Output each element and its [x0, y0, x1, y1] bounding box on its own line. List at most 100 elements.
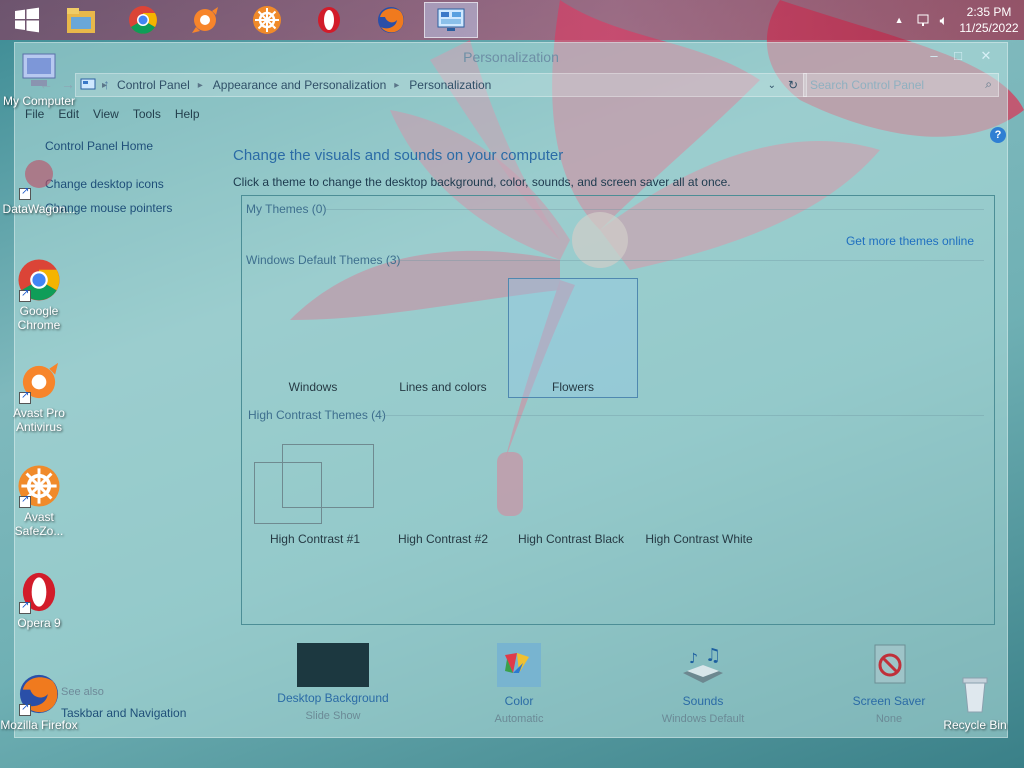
- safezone-icon: [17, 464, 61, 508]
- theme-windows[interactable]: Windows: [248, 380, 378, 394]
- page-subtitle: Click a theme to change the desktop back…: [233, 175, 731, 189]
- window-title: Personalization: [463, 49, 559, 65]
- avast-icon: [192, 7, 218, 33]
- theme-high-contrast-1[interactable]: High Contrast #1: [250, 532, 380, 546]
- address-dropdown-icon[interactable]: ⌄: [768, 80, 776, 91]
- taskbar-file-explorer[interactable]: [54, 2, 108, 38]
- desktop-icon-recycle-bin[interactable]: Recycle Bin: [936, 672, 1014, 732]
- personalization-window: Personalization – □ ✕ ← → ↑ ▸ Control Pa…: [14, 42, 1008, 738]
- taskbar-clock[interactable]: 2:35 PM 11/25/2022: [954, 4, 1024, 36]
- screen-saver-icon: [874, 644, 906, 684]
- minimize-button[interactable]: –: [921, 45, 947, 67]
- chrome-icon: [17, 258, 61, 302]
- refresh-icon[interactable]: ↻: [788, 78, 798, 92]
- group-divider: [324, 209, 984, 210]
- taskbar: ▲ 🔈︎ 2:35 PM 11/25/2022: [0, 0, 1024, 40]
- group-divider: [398, 260, 984, 261]
- window-titlebar[interactable]: Personalization – □ ✕: [15, 43, 1007, 71]
- get-more-themes-link[interactable]: Get more themes online: [846, 234, 974, 248]
- show-hidden-icons-icon[interactable]: ▲: [895, 15, 904, 25]
- sounds-button[interactable]: ♫ ♪ Sounds Windows Default: [633, 643, 773, 725]
- theme-high-contrast-black[interactable]: High Contrast Black: [506, 532, 636, 546]
- desktop-icon-chrome[interactable]: Google Chrome: [0, 258, 78, 332]
- group-divider: [382, 415, 984, 416]
- shortcut-arrow-icon: [19, 288, 31, 302]
- breadcrumb-control-panel[interactable]: Control Panel: [117, 78, 190, 92]
- close-button[interactable]: ✕: [973, 45, 999, 67]
- desktop-icon-avast-safezone[interactable]: Avast SafeZo...: [0, 464, 78, 538]
- breadcrumb-appearance[interactable]: Appearance and Personalization: [213, 78, 386, 92]
- desktop-icon-avast-pro[interactable]: Avast Pro Antivirus: [0, 360, 78, 434]
- datawagon-icon: [17, 156, 61, 200]
- high-contrast-preview-front: [254, 462, 322, 524]
- volume-icon[interactable]: 🔈︎: [940, 12, 948, 29]
- my-themes-title: My Themes (0): [246, 202, 327, 216]
- taskbar-chrome[interactable]: [116, 2, 170, 38]
- clock-date: 11/25/2022: [959, 21, 1019, 35]
- high-contrast-themes-title: High Contrast Themes (4): [248, 408, 386, 422]
- computer-icon: [17, 48, 61, 92]
- svg-text:♫: ♫: [705, 645, 721, 666]
- taskbar-safezone[interactable]: [240, 2, 294, 38]
- firefox-icon: [17, 672, 61, 716]
- folder-icon: [67, 8, 95, 33]
- theme-flowers[interactable]: Flowers: [508, 380, 638, 394]
- theme-lines-and-colors[interactable]: Lines and colors: [378, 380, 508, 394]
- menu-view[interactable]: View: [93, 107, 119, 121]
- shortcut-arrow-icon: [19, 494, 31, 508]
- network-icon[interactable]: [916, 12, 932, 28]
- taskbar-avast[interactable]: [178, 2, 232, 38]
- maximize-button[interactable]: □: [945, 45, 971, 67]
- desktop-icon-firefox[interactable]: Mozilla Firefox: [0, 672, 78, 732]
- address-bar[interactable]: ▸ Control Panel ▸ Appearance and Persona…: [75, 73, 807, 97]
- desktop-icon-label: My Computer: [2, 94, 76, 108]
- sounds-value: Windows Default: [661, 713, 745, 725]
- default-themes-title: Windows Default Themes (3): [246, 253, 401, 267]
- taskbar-firefox[interactable]: [364, 2, 418, 38]
- control-panel-home-link[interactable]: Control Panel Home: [45, 139, 172, 153]
- breadcrumb-personalization[interactable]: Personalization: [409, 78, 491, 92]
- color-value: Automatic: [494, 713, 544, 725]
- windows-logo-icon: [15, 7, 39, 33]
- breadcrumb-separator-icon: ▸: [102, 79, 108, 91]
- color-label: Color: [504, 694, 534, 708]
- desktop-background-button[interactable]: Desktop Background Slide Show: [263, 643, 403, 722]
- recycle-bin-icon: [953, 672, 997, 716]
- help-icon[interactable]: ?: [990, 127, 1006, 143]
- control-panel-icon: [437, 8, 465, 31]
- taskbar-opera[interactable]: [302, 2, 356, 38]
- desktop-icon-label: DataWagon...: [2, 202, 76, 216]
- color-button[interactable]: Color Automatic: [449, 643, 589, 725]
- search-icon[interactable]: ⌕: [985, 77, 992, 92]
- theme-high-contrast-2[interactable]: High Contrast #2: [378, 532, 508, 546]
- themes-list: My Themes (0) Get more themes online Win…: [241, 195, 995, 625]
- opera-icon: [17, 570, 61, 614]
- clock-time: 2:35 PM: [966, 5, 1012, 19]
- search-input[interactable]: Search Control Panel ⌕: [803, 73, 999, 97]
- sounds-icon: ♫ ♪: [683, 645, 723, 683]
- taskbar-navigation-link[interactable]: Taskbar and Navigation: [61, 706, 186, 720]
- menu-tools[interactable]: Tools: [133, 107, 161, 121]
- taskbar-control-panel[interactable]: [424, 2, 478, 38]
- system-tray: ▲ 🔈︎ 2:35 PM 11/25/2022: [895, 0, 1024, 40]
- menu-bar: File Edit View Tools Help: [25, 107, 214, 121]
- sounds-label: Sounds: [682, 694, 724, 708]
- opera-icon: [318, 7, 340, 33]
- desktop-icon-my-computer[interactable]: My Computer: [0, 48, 78, 108]
- breadcrumb-separator-icon: ▸: [394, 79, 400, 91]
- start-button[interactable]: [0, 2, 54, 38]
- desktop-icon-label: Mozilla Firefox: [0, 718, 78, 732]
- desktop-icon-opera[interactable]: Opera 9: [0, 570, 78, 630]
- search-placeholder: Search Control Panel: [810, 78, 925, 92]
- chrome-icon: [129, 6, 157, 34]
- desktop-icon-datawagon[interactable]: DataWagon...: [0, 156, 78, 216]
- menu-help[interactable]: Help: [175, 107, 200, 121]
- desktop-background-value: Slide Show: [305, 710, 361, 722]
- theme-high-contrast-white[interactable]: High Contrast White: [634, 532, 764, 546]
- desktop-icon-label: Google Chrome: [17, 304, 61, 332]
- desktop-background-icon: [297, 643, 369, 687]
- color-palette-icon: [497, 643, 541, 687]
- menu-edit[interactable]: Edit: [58, 107, 79, 121]
- control-panel-icon: [80, 78, 96, 90]
- menu-file[interactable]: File: [25, 107, 44, 121]
